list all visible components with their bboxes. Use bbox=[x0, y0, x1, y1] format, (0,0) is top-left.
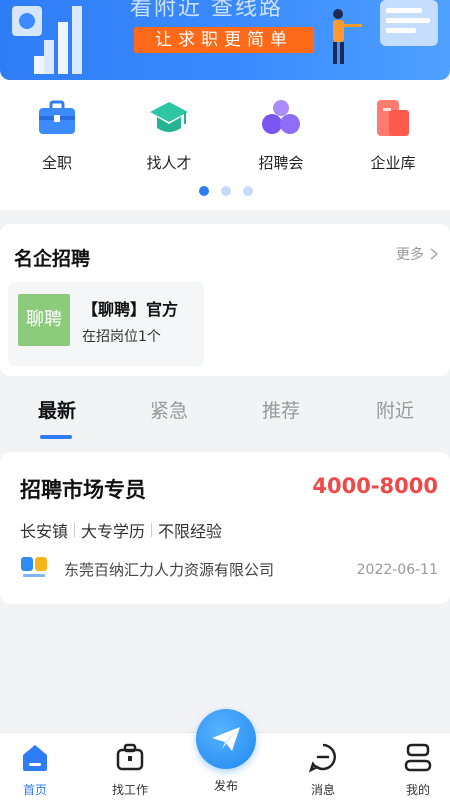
category-label: 全职 bbox=[41, 154, 72, 172]
tab-nearby[interactable]: 附近 bbox=[350, 396, 440, 423]
carousel-pager bbox=[199, 186, 253, 196]
profile-icon bbox=[404, 743, 432, 772]
company-logo-icon bbox=[21, 557, 47, 577]
section-title: 名企招聘 bbox=[14, 248, 91, 270]
home-icon bbox=[23, 745, 47, 771]
category-label: 企业库 bbox=[370, 154, 416, 172]
company-name: 【聊聘】官方 bbox=[82, 300, 179, 319]
graduation-cap-icon bbox=[150, 102, 188, 132]
pager-dot[interactable] bbox=[221, 186, 231, 196]
job-filter-tabs: 最新 紧急 推荐 附近 bbox=[0, 392, 450, 442]
nav-label: 首页 bbox=[22, 783, 47, 797]
paper-plane-icon bbox=[212, 727, 240, 751]
banner-title: 看附近 查线路 bbox=[130, 0, 283, 21]
tag-experience: 不限经验 bbox=[158, 522, 223, 541]
job-company-name: 东莞百纳汇力人力资源有限公司 bbox=[64, 561, 275, 579]
job-title: 招聘市场专员 bbox=[20, 478, 146, 502]
company-logo: 聊聘 bbox=[18, 294, 70, 346]
job-tags: 长安镇 大专学历 不限经验 bbox=[20, 518, 222, 542]
tag-education: 大专学历 bbox=[81, 522, 146, 541]
tag-divider bbox=[74, 523, 76, 537]
category-company-library[interactable]: 企业库 bbox=[348, 98, 438, 173]
tag-location: 长安镇 bbox=[20, 522, 69, 541]
pager-dot[interactable] bbox=[243, 186, 253, 196]
publish-label: 发布 bbox=[213, 779, 238, 793]
chevron-right-icon bbox=[430, 248, 438, 260]
category-find-talent[interactable]: 找人才 bbox=[124, 98, 214, 173]
category-panel: 全职 找人才 招聘会 企业库 bbox=[0, 80, 450, 210]
more-label: 更多 bbox=[396, 247, 424, 263]
nav-profile[interactable]: 我的 bbox=[383, 741, 450, 798]
person-with-phone-illustration-icon bbox=[333, 0, 438, 64]
more-link[interactable]: 更多 bbox=[396, 244, 438, 264]
top-banner[interactable]: 看附近 查线路 让求职更简单 bbox=[0, 0, 450, 80]
bar-chart-illustration-icon bbox=[12, 6, 82, 74]
category-label: 招聘会 bbox=[258, 154, 304, 172]
message-icon bbox=[308, 743, 336, 773]
briefcase-icon bbox=[39, 100, 75, 134]
company-open-positions: 在招岗位1个 bbox=[82, 329, 161, 345]
active-tab-indicator bbox=[40, 435, 72, 439]
job-salary: 4000-8000 bbox=[312, 474, 438, 498]
pager-dot-active[interactable] bbox=[199, 186, 209, 196]
category-full-time[interactable]: 全职 bbox=[12, 98, 102, 173]
nav-label: 我的 bbox=[405, 783, 430, 797]
company-library-icon bbox=[377, 100, 409, 136]
nav-messages[interactable]: 消息 bbox=[288, 741, 358, 798]
famous-companies-section: 名企招聘 更多 聊聘 【聊聘】官方 在招岗位1个 bbox=[0, 224, 450, 376]
tab-urgent[interactable]: 紧急 bbox=[124, 396, 214, 423]
job-listing-card[interactable]: 招聘市场专员 4000-8000 长安镇 大专学历 不限经验 东莞百纳汇力人力资… bbox=[0, 452, 450, 604]
banner-slogan: 让求职更简单 bbox=[134, 27, 314, 53]
tag-divider bbox=[151, 523, 153, 537]
tab-recommended[interactable]: 推荐 bbox=[236, 396, 326, 423]
publish-button[interactable] bbox=[196, 709, 256, 769]
people-group-icon bbox=[262, 100, 300, 134]
nav-label: 消息 bbox=[310, 783, 335, 797]
nav-home[interactable]: 首页 bbox=[0, 741, 70, 798]
nav-find-job[interactable]: 找工作 bbox=[95, 741, 165, 798]
category-job-fair[interactable]: 招聘会 bbox=[236, 98, 326, 173]
company-card[interactable]: 聊聘 【聊聘】官方 在招岗位1个 bbox=[8, 282, 204, 366]
category-label: 找人才 bbox=[146, 154, 192, 172]
tab-latest[interactable]: 最新 bbox=[12, 396, 102, 423]
nav-label: 找工作 bbox=[111, 783, 148, 797]
job-post-date: 2022-06-11 bbox=[356, 562, 438, 578]
job-bag-icon bbox=[116, 743, 144, 771]
